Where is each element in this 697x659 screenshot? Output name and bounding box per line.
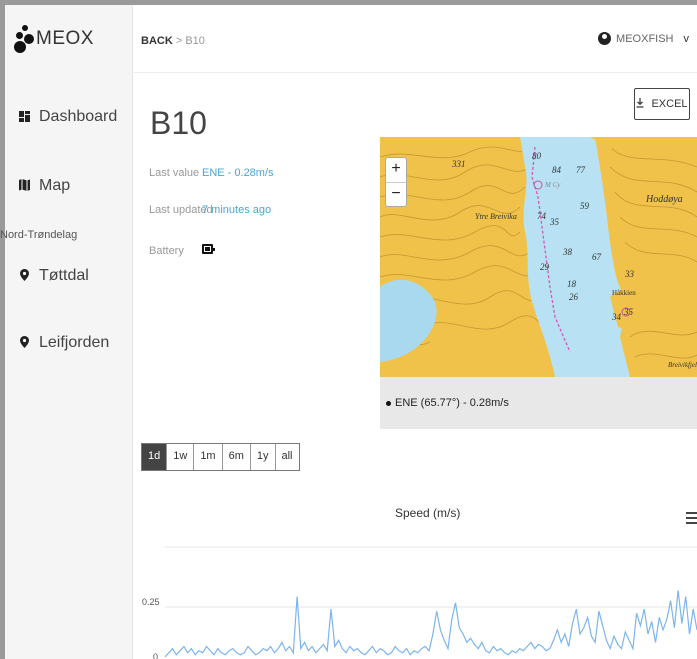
speed-chart [164,546,697,658]
map-place-label: Ytre Breivika [475,212,517,221]
battery-row: Battery [149,244,215,257]
map-icon [15,178,33,194]
last-value-row: Last value ENE - 0.28m/s [149,167,274,179]
speed-series-line [164,590,697,658]
sidebar-item-label: Leifjorden [39,334,110,351]
zoom-out-button[interactable]: − [386,182,406,206]
map-number: 59 [580,201,590,211]
last-updated: 7 minutes ago [202,204,272,216]
map-place-label: Breivikfjellet [668,361,697,369]
range-button-6m[interactable]: 6m [221,444,250,470]
map-caption-text: ENE (65.77°) - 0.28m/s [395,397,509,409]
map-number: 84 [552,165,562,175]
last-updated-row: Last updated 7 minutes ago [149,204,271,216]
logo[interactable]: MEOX [13,25,94,53]
map-view[interactable]: 331 84 77 59 74 35 38 67 29 18 26 33 34 … [380,137,697,377]
last-value: ENE - 0.28m/s [202,167,274,179]
download-icon [636,97,644,111]
top-bar: BACK > B10 MEOXFISH v [134,5,697,73]
map-place-label: Hoddøya [645,194,683,205]
sidebar-item-label: Tøttdal [39,267,89,284]
map-number: 34 [611,312,622,322]
chevron-down-icon: v [683,32,690,45]
sidebar-item-map[interactable]: Map [15,177,70,195]
chart-title: Speed (m/s) [395,506,461,520]
hamburger-menu-icon[interactable] [686,512,697,527]
range-button-1w[interactable]: 1w [166,444,194,470]
map-number: 67 [592,252,602,262]
excel-export-button[interactable]: EXCEL [634,88,690,120]
map-number: 77 [576,165,586,175]
map-place-label: M Cy [544,181,561,189]
map-zoom-control: + − [385,157,407,207]
map-number: 33 [624,269,635,279]
user-name: MEOXFISH [616,32,674,45]
breadcrumb-current: B10 [185,35,205,47]
map-number: 331 [451,159,466,169]
map-number: 18 [567,279,577,289]
map-caption: ENE (65.77°) - 0.28m/s [380,377,697,429]
region-label: Nord-Trøndelag [0,229,78,241]
meox-logo-icon [13,25,34,53]
back-link[interactable]: BACK [141,35,173,47]
excel-label: EXCEL [651,98,688,110]
map-number: 35 [549,217,560,227]
map-place-label: Håkkien [612,289,636,297]
range-selector: 1d 1w 1m 6m 1y all [141,443,300,471]
map-number: 38 [562,247,573,257]
map-marker-icon [15,335,33,351]
sidebar-item-label: Dashboard [39,108,118,125]
breadcrumb: BACK > B10 [141,35,205,47]
range-button-1y[interactable]: 1y [249,444,275,470]
sidebar-item-leifjorden[interactable]: Leifjorden [15,334,109,352]
dashboard-icon [15,110,33,125]
range-button-all[interactable]: all [274,444,299,470]
zoom-in-button[interactable]: + [386,158,406,182]
sidebar-item-dashboard[interactable]: Dashboard [15,108,117,126]
bullet-icon [386,400,391,406]
user-icon [598,32,612,45]
brand-name: MEOX [36,28,94,49]
sidebar-item-tottdal[interactable]: Tøttdal [15,267,89,285]
battery-icon [202,244,215,254]
battery-label: Battery [149,245,184,257]
range-button-1d[interactable]: 1d [142,444,167,470]
last-value-label: Last value [149,167,200,179]
topographic-map: 331 84 77 59 74 35 38 67 29 18 26 33 34 … [380,137,697,377]
map-number: 26 [569,292,579,302]
breadcrumb-separator: > [175,35,183,47]
page-title: B10 [150,105,207,141]
map-number: 80 [532,151,542,161]
user-menu[interactable]: MEOXFISH v [598,32,689,45]
map-number: 29 [540,262,550,272]
sidebar-item-label: Map [39,177,71,194]
map-marker-icon [15,268,33,284]
map-number: 74 [537,211,547,221]
range-button-1m[interactable]: 1m [193,444,222,470]
